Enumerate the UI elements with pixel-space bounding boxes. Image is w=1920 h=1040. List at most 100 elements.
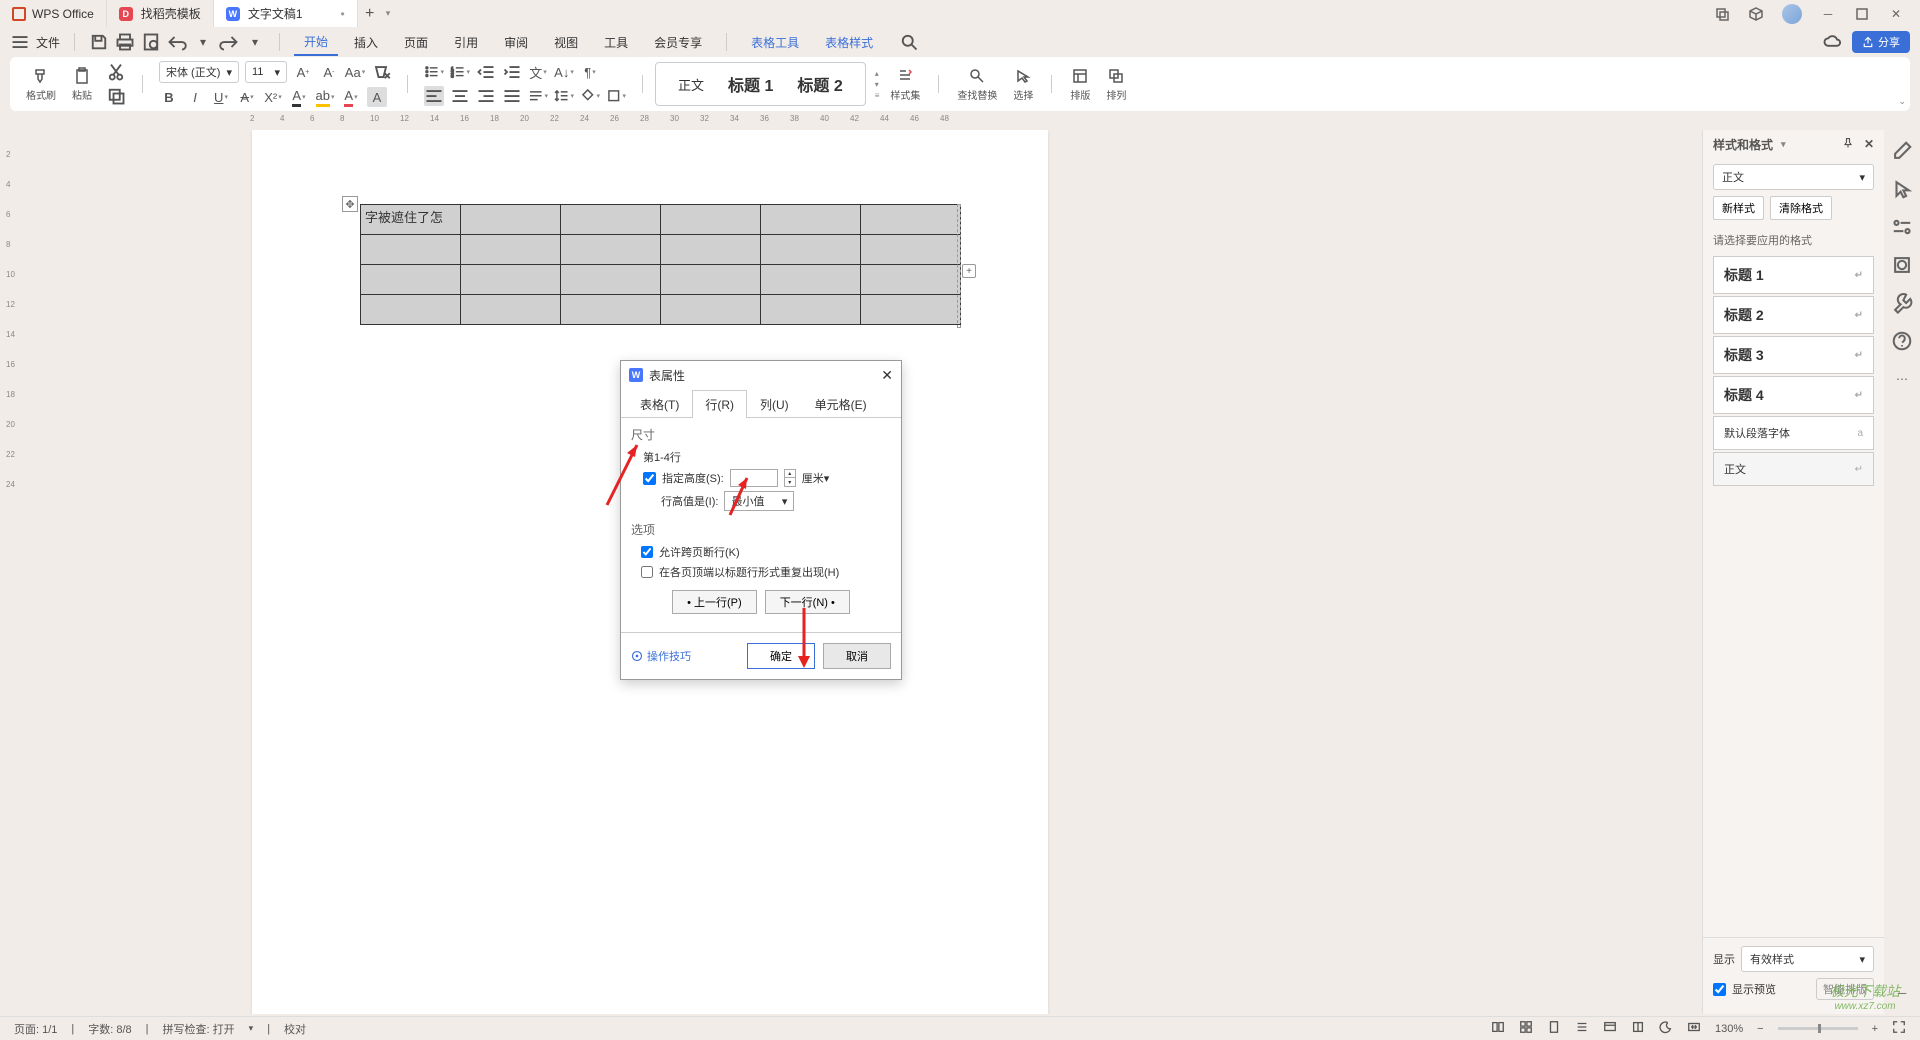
table-cell[interactable]: 字被遮住了怎 bbox=[361, 205, 461, 235]
undo-dropdown[interactable]: ▾ bbox=[193, 32, 213, 52]
style-item-default-font[interactable]: 默认段落字体a bbox=[1713, 416, 1874, 450]
style-set-button[interactable]: 样式集 bbox=[884, 67, 926, 102]
file-menu[interactable]: 文件 bbox=[36, 34, 60, 51]
side-more-icon[interactable]: ⋯ bbox=[1891, 368, 1913, 390]
menu-review[interactable]: 审阅 bbox=[494, 30, 538, 55]
bold-icon[interactable]: B bbox=[159, 87, 179, 107]
style-body[interactable]: 正文 bbox=[670, 63, 712, 105]
user-avatar[interactable] bbox=[1782, 4, 1802, 24]
menu-start[interactable]: 开始 bbox=[294, 29, 338, 56]
status-proof[interactable]: 校对 bbox=[284, 1021, 306, 1037]
style-gallery[interactable]: 正文 标题 1 标题 2 bbox=[655, 62, 866, 106]
side-settings-icon[interactable] bbox=[1891, 216, 1913, 238]
clear-format-icon[interactable] bbox=[371, 62, 391, 82]
paste-button[interactable]: 粘贴 bbox=[66, 67, 98, 102]
fit-width-icon[interactable] bbox=[1687, 1020, 1701, 1037]
style-item-h3[interactable]: 标题 3↵ bbox=[1713, 336, 1874, 374]
table-add-column-button[interactable]: + bbox=[962, 264, 976, 278]
allow-break-checkbox-row[interactable]: 允许跨页断行(K) bbox=[641, 544, 891, 560]
zoom-in-button[interactable]: + bbox=[1872, 1023, 1878, 1035]
new-style-button[interactable]: 新样式 bbox=[1713, 196, 1764, 220]
dialog-tab-row[interactable]: 行(R) bbox=[692, 390, 747, 418]
window-copy-icon[interactable] bbox=[1714, 6, 1730, 22]
highlight-icon[interactable]: ab▾ bbox=[315, 87, 335, 107]
align-center-icon[interactable] bbox=[450, 86, 470, 106]
search-icon[interactable] bbox=[899, 32, 919, 52]
night-mode-icon[interactable] bbox=[1659, 1020, 1673, 1037]
style-heading1[interactable]: 标题 1 bbox=[720, 63, 781, 105]
current-style-select[interactable]: 正文▾ bbox=[1713, 164, 1874, 190]
font-color-icon[interactable]: A▾ bbox=[341, 87, 361, 107]
side-tools-icon[interactable] bbox=[1891, 292, 1913, 314]
ribbon-expand-icon[interactable]: ⌄ bbox=[1898, 96, 1906, 107]
side-cursor-icon[interactable] bbox=[1891, 178, 1913, 200]
unit-label[interactable]: 厘米▾ bbox=[802, 470, 830, 486]
pin-icon[interactable] bbox=[1842, 137, 1854, 152]
ok-button[interactable]: 确定 bbox=[747, 643, 815, 669]
status-spellcheck[interactable]: 拼写检查: 打开 bbox=[163, 1021, 235, 1037]
side-help-icon[interactable] bbox=[1891, 330, 1913, 352]
prev-row-button[interactable]: • 上一行(P) bbox=[672, 590, 757, 614]
cancel-button[interactable]: 取消 bbox=[823, 643, 891, 669]
grow-font-icon[interactable]: A+ bbox=[293, 62, 313, 82]
style-heading2[interactable]: 标题 2 bbox=[789, 63, 850, 105]
dialog-titlebar[interactable]: W 表属性 ✕ bbox=[621, 361, 901, 389]
height-input[interactable] bbox=[730, 469, 778, 487]
font-name-select[interactable]: 宋体 (正文)▾ bbox=[159, 61, 239, 83]
text-shading-icon[interactable]: A bbox=[367, 87, 387, 107]
table-move-handle[interactable]: ✥ bbox=[342, 196, 358, 212]
cut-icon[interactable] bbox=[106, 62, 126, 82]
vertical-ruler[interactable]: 24681012141618202224 bbox=[0, 130, 22, 1014]
menu-table-tools[interactable]: 表格工具 bbox=[741, 30, 809, 55]
dialog-tab-column[interactable]: 列(U) bbox=[747, 390, 802, 418]
maximize-button[interactable] bbox=[1854, 6, 1870, 22]
arrange-button[interactable]: 排列 bbox=[1100, 67, 1132, 102]
menu-table-style[interactable]: 表格样式 bbox=[815, 30, 883, 55]
table-resize-bar[interactable] bbox=[957, 204, 961, 328]
view-outline-icon[interactable] bbox=[1575, 1020, 1589, 1037]
dialog-tab-table[interactable]: 表格(T) bbox=[627, 390, 692, 418]
tab-templates[interactable]: D 找稻壳模板 bbox=[107, 0, 214, 27]
align-left-icon[interactable] bbox=[424, 86, 444, 106]
superscript-icon[interactable]: X²▾ bbox=[263, 87, 283, 107]
fullscreen-icon[interactable] bbox=[1892, 1020, 1906, 1037]
find-replace-button[interactable]: 查找替换 bbox=[951, 67, 1003, 102]
view-book-icon[interactable] bbox=[1491, 1020, 1505, 1037]
specify-height-checkbox[interactable] bbox=[643, 472, 656, 485]
underline-icon[interactable]: U▾ bbox=[211, 87, 231, 107]
height-spinner[interactable]: ▴▾ bbox=[784, 469, 796, 487]
minimize-button[interactable]: ─ bbox=[1820, 6, 1836, 22]
cloud-icon[interactable] bbox=[1822, 32, 1842, 52]
zoom-out-button[interactable]: − bbox=[1757, 1023, 1763, 1035]
hamburger-icon[interactable] bbox=[10, 32, 30, 52]
horizontal-ruler[interactable]: 2468101214161820222426283032343638404244… bbox=[230, 111, 1910, 129]
print-icon[interactable] bbox=[115, 32, 135, 52]
side-edit-icon[interactable] bbox=[1891, 140, 1913, 162]
style-item-h2[interactable]: 标题 2↵ bbox=[1713, 296, 1874, 334]
print-preview-icon[interactable] bbox=[141, 32, 161, 52]
allow-break-checkbox[interactable] bbox=[641, 546, 653, 558]
view-grid-icon[interactable] bbox=[1519, 1020, 1533, 1037]
font-effect-icon[interactable]: A▾ bbox=[289, 87, 309, 107]
format-brush-button[interactable]: 格式刷 bbox=[20, 67, 62, 102]
document-canvas[interactable]: ✥ 字被遮住了怎 + W 表属性 ✕ 表格(T) 行(R) 列(U) 单元格(E… bbox=[22, 130, 1702, 1014]
cube-icon[interactable] bbox=[1748, 6, 1764, 22]
menu-reference[interactable]: 引用 bbox=[444, 30, 488, 55]
tab-list-dropdown[interactable]: ▾ bbox=[386, 8, 391, 19]
clear-format-button[interactable]: 清除格式 bbox=[1770, 196, 1832, 220]
repeat-header-checkbox-row[interactable]: 在各页顶端以标题行形式重复出现(H) bbox=[641, 564, 891, 580]
tab-document[interactable]: W 文字文稿1 • bbox=[214, 0, 358, 27]
number-list-icon[interactable]: 123▾ bbox=[450, 62, 470, 82]
undo-icon[interactable] bbox=[167, 32, 187, 52]
status-page[interactable]: 页面: 1/1 bbox=[14, 1021, 57, 1037]
align-justify-icon[interactable] bbox=[502, 86, 522, 106]
menu-page[interactable]: 页面 bbox=[394, 30, 438, 55]
share-button[interactable]: 分享 bbox=[1852, 31, 1910, 53]
select-button[interactable]: 选择 bbox=[1007, 67, 1039, 102]
save-icon[interactable] bbox=[89, 32, 109, 52]
dialog-tab-cell[interactable]: 单元格(E) bbox=[802, 390, 880, 418]
next-row-button[interactable]: 下一行(N) • bbox=[765, 590, 850, 614]
redo-icon[interactable] bbox=[219, 32, 239, 52]
align-right-icon[interactable] bbox=[476, 86, 496, 106]
status-words[interactable]: 字数: 8/8 bbox=[88, 1021, 131, 1037]
